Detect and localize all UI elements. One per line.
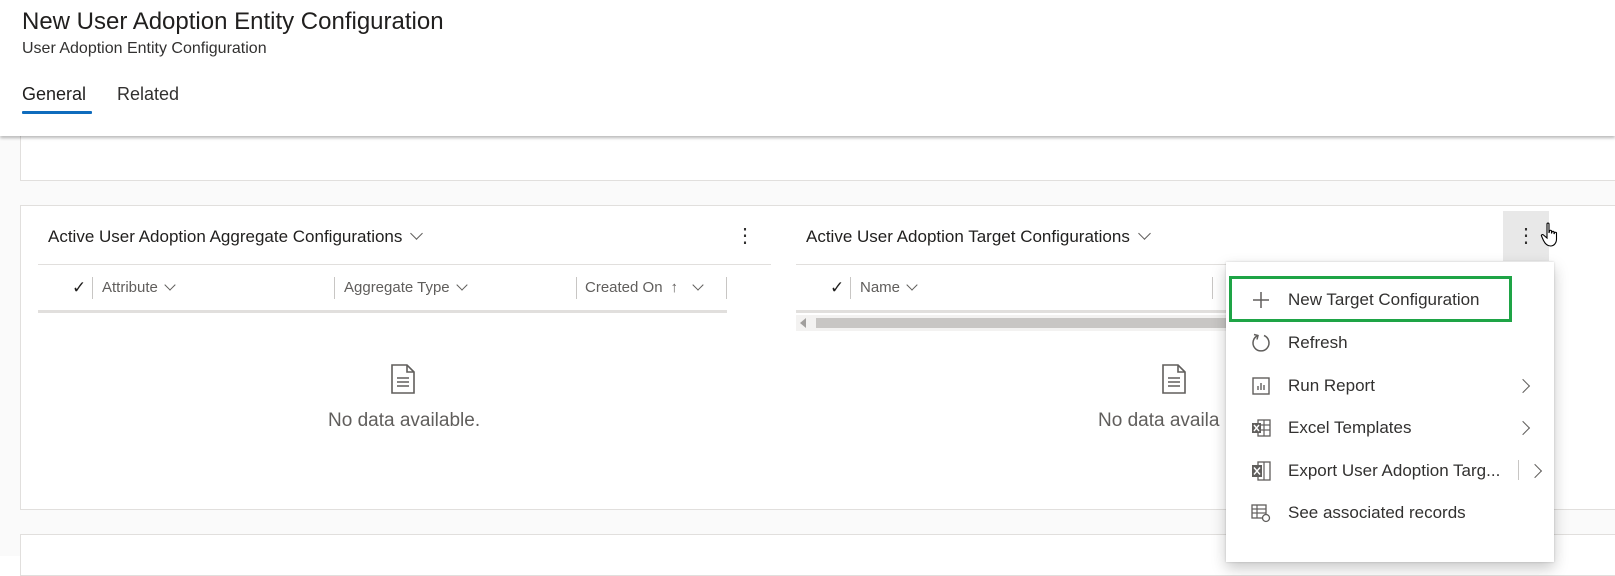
menu-item-new-target-configuration[interactable]: New Target Configuration bbox=[1226, 279, 1554, 321]
aggregate-configurations-view-selector[interactable]: Active User Adoption Aggregate Configura… bbox=[48, 227, 424, 247]
document-icon bbox=[1162, 364, 1186, 394]
chevron-down-icon bbox=[410, 227, 424, 240]
plus-icon bbox=[1253, 292, 1269, 308]
column-separator bbox=[576, 277, 577, 299]
menu-item-label: Export User Adoption Targ... bbox=[1288, 461, 1501, 480]
menu-item-excel-templates[interactable]: Excel Templates bbox=[1226, 407, 1554, 449]
column-separator bbox=[850, 277, 851, 299]
menu-item-export-user-adoption-targets[interactable]: Export User Adoption Targ... bbox=[1226, 450, 1554, 492]
page-title: New User Adoption Entity Configuration bbox=[22, 8, 444, 35]
menu-item-label: Excel Templates bbox=[1288, 418, 1412, 437]
chevron-down-icon bbox=[692, 279, 704, 291]
selected-tab-indicator bbox=[22, 111, 92, 114]
column-header-label: Name bbox=[860, 279, 901, 296]
document-icon bbox=[391, 364, 415, 394]
associated-records-icon bbox=[1251, 504, 1271, 523]
column-header-attribute[interactable]: Attribute bbox=[102, 279, 176, 296]
column-header-label: Attribute bbox=[102, 279, 158, 296]
report-icon bbox=[1252, 377, 1270, 395]
column-separator bbox=[1212, 277, 1213, 299]
split-button-separator bbox=[1518, 460, 1519, 480]
refresh-icon bbox=[1252, 333, 1270, 352]
chevron-right-icon bbox=[1515, 378, 1531, 394]
chevron-down-icon bbox=[164, 279, 176, 291]
menu-item-label: Run Report bbox=[1288, 376, 1375, 395]
column-header-created-on[interactable]: Created On ↑ bbox=[585, 279, 704, 296]
menu-item-label: Refresh bbox=[1288, 333, 1348, 352]
column-separator bbox=[726, 277, 727, 299]
excel-export-icon bbox=[1252, 461, 1271, 481]
column-header-aggregate-type[interactable]: Aggregate Type bbox=[344, 279, 468, 296]
horizontal-scrollbar[interactable] bbox=[796, 315, 1236, 331]
target-configurations-view-selector[interactable]: Active User Adoption Target Configuratio… bbox=[806, 227, 1151, 247]
chevron-down-icon bbox=[1137, 227, 1151, 240]
chevron-down-icon bbox=[455, 279, 468, 291]
column-separator bbox=[92, 277, 93, 299]
column-header-label: Aggregate Type bbox=[344, 279, 450, 296]
hand-cursor-icon bbox=[1540, 222, 1558, 247]
tab-general[interactable]: General bbox=[22, 84, 86, 105]
column-header-label: Created On bbox=[585, 279, 663, 296]
header-divider bbox=[796, 310, 1226, 313]
aggregate-select-all-checkbox[interactable]: ✓ bbox=[72, 278, 86, 298]
divider bbox=[38, 264, 771, 265]
empty-state-text: No data available. bbox=[328, 410, 481, 431]
menu-item-refresh[interactable]: Refresh bbox=[1226, 322, 1554, 364]
chevron-right-icon[interactable] bbox=[1527, 463, 1543, 479]
excel-template-icon bbox=[1252, 419, 1271, 437]
target-select-all-checkbox[interactable]: ✓ bbox=[830, 278, 844, 298]
aggregate-grid-more-options[interactable]: ⋮ bbox=[735, 221, 755, 251]
more-commands-menu: New Target Configuration Refresh Run Rep… bbox=[1226, 262, 1554, 562]
scroll-left-arrow-icon[interactable] bbox=[800, 318, 806, 328]
empty-state-text: No data availa bbox=[1098, 410, 1220, 431]
column-header-name[interactable]: Name bbox=[860, 279, 918, 296]
target-grid-title: Active User Adoption Target Configuratio… bbox=[806, 227, 1130, 246]
form-header: New User Adoption Entity Configuration U… bbox=[0, 0, 1615, 136]
menu-item-label: New Target Configuration bbox=[1288, 290, 1480, 309]
column-separator bbox=[334, 277, 335, 299]
entity-subtitle: User Adoption Entity Configuration bbox=[22, 40, 267, 57]
scrollbar-thumb[interactable] bbox=[816, 318, 1236, 328]
header-divider bbox=[38, 310, 727, 313]
divider bbox=[796, 264, 1226, 265]
menu-item-see-associated-records[interactable]: See associated records bbox=[1226, 492, 1554, 534]
sort-ascending-icon: ↑ bbox=[670, 279, 679, 296]
chevron-right-icon bbox=[1515, 420, 1531, 436]
tab-related[interactable]: Related bbox=[117, 84, 179, 105]
aggregate-grid-title: Active User Adoption Aggregate Configura… bbox=[48, 227, 403, 246]
chevron-down-icon bbox=[906, 279, 918, 291]
menu-item-label: See associated records bbox=[1288, 503, 1466, 522]
menu-item-run-report[interactable]: Run Report bbox=[1226, 365, 1554, 407]
